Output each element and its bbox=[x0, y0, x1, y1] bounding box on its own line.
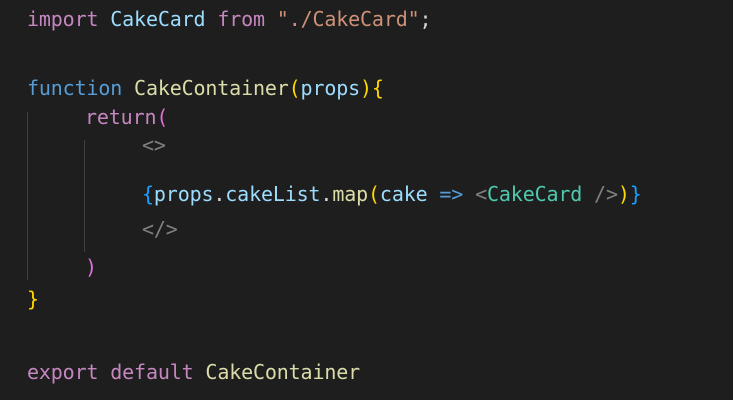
code-line-9: } bbox=[27, 285, 39, 313]
return-close-paren: ) bbox=[85, 255, 97, 279]
cake-arg: cake bbox=[379, 182, 428, 206]
code-line-4: return( bbox=[85, 103, 168, 131]
code-editor[interactable]: import CakeCard from "./CakeCard"; funct… bbox=[0, 0, 733, 400]
cakelist-property: cakeList bbox=[225, 182, 321, 206]
indent-guide-outer bbox=[27, 112, 28, 280]
code-line-5: <> bbox=[142, 131, 166, 159]
cakecard-component-tag: CakeCard bbox=[487, 182, 583, 206]
param-props: props bbox=[300, 76, 361, 100]
code-line-3: function CakeContainer(props){ bbox=[27, 74, 384, 102]
map-open-paren: ( bbox=[368, 182, 380, 206]
fragment-open-tag: <> bbox=[142, 133, 166, 157]
arrow-operator: => bbox=[439, 182, 464, 206]
tag-self-close: /> bbox=[582, 182, 618, 206]
code-line-11: export default CakeContainer bbox=[27, 358, 360, 386]
function-name: CakeContainer bbox=[134, 76, 289, 100]
function-open-brace: { bbox=[371, 76, 384, 100]
fragment-close-tag: </> bbox=[142, 217, 178, 241]
code-line-8: ) bbox=[85, 253, 97, 281]
keyword-function: function bbox=[27, 76, 123, 100]
keyword-export: export bbox=[27, 360, 99, 384]
keyword-import: import bbox=[27, 7, 99, 31]
keyword-return: return bbox=[85, 105, 157, 129]
tag-open-bracket: < bbox=[475, 182, 488, 206]
dot-1: . bbox=[213, 182, 226, 206]
import-identifier: CakeCard bbox=[110, 7, 206, 31]
code-line-6: {props.cakeList.map(cake => <CakeCard />… bbox=[142, 180, 642, 208]
dot-2: . bbox=[320, 182, 333, 206]
code-line-7: </> bbox=[142, 215, 178, 243]
export-identifier: CakeContainer bbox=[205, 360, 361, 384]
props-object: props bbox=[153, 182, 214, 206]
jsx-open-brace: { bbox=[142, 182, 154, 206]
return-open-paren: ( bbox=[156, 105, 169, 129]
function-close-brace: } bbox=[27, 287, 39, 311]
import-path-string: "./CakeCard" bbox=[276, 7, 420, 31]
param-open-paren: ( bbox=[288, 76, 301, 100]
semicolon: ; bbox=[419, 7, 432, 31]
param-close-paren: ) bbox=[360, 76, 372, 100]
keyword-from: from bbox=[217, 7, 265, 31]
jsx-close-brace: } bbox=[629, 182, 642, 206]
keyword-default: default bbox=[110, 360, 194, 384]
map-method: map bbox=[332, 182, 369, 206]
map-close-paren: ) bbox=[617, 182, 630, 206]
code-line-1: import CakeCard from "./CakeCard"; bbox=[27, 5, 432, 33]
indent-guide-inner bbox=[84, 140, 85, 252]
